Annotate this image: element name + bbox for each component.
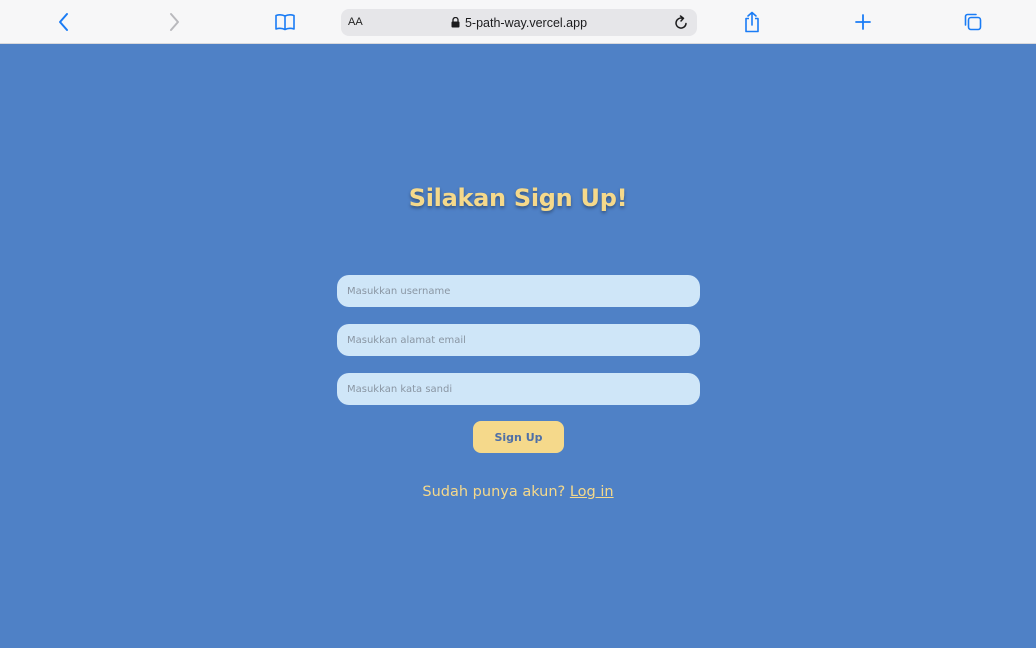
share-icon	[745, 11, 759, 33]
lock-icon	[451, 17, 460, 28]
email-input[interactable]	[337, 324, 700, 356]
browser-toolbar: AA 5-path-way.vercel.app	[0, 0, 1036, 44]
plus-icon	[855, 14, 871, 30]
back-button[interactable]	[49, 7, 79, 37]
page-title: Silakan Sign Up!	[408, 184, 628, 212]
login-prompt: Sudah punya akun? Log in	[0, 484, 1036, 500]
url-display[interactable]: 5-path-way.vercel.app	[341, 9, 697, 36]
tabs-icon	[964, 13, 982, 31]
share-button[interactable]	[737, 7, 767, 37]
chevron-left-icon	[59, 13, 68, 31]
username-input[interactable]	[337, 275, 700, 307]
book-icon	[275, 14, 295, 31]
password-input[interactable]	[337, 373, 700, 405]
address-bar[interactable]: AA 5-path-way.vercel.app	[341, 9, 697, 36]
reload-button[interactable]	[670, 12, 692, 34]
log-in-link[interactable]: Log in	[570, 484, 614, 500]
bookmarks-button[interactable]	[270, 7, 300, 37]
sign-up-button[interactable]: Sign Up	[473, 421, 564, 453]
new-tab-button[interactable]	[848, 7, 878, 37]
login-prompt-text: Sudah punya akun?	[422, 484, 566, 500]
tabs-overview-button[interactable]	[958, 7, 988, 37]
forward-button[interactable]	[159, 7, 189, 37]
reload-icon	[675, 15, 687, 29]
chevron-right-icon	[170, 13, 179, 31]
url-text: 5-path-way.vercel.app	[464, 15, 588, 30]
